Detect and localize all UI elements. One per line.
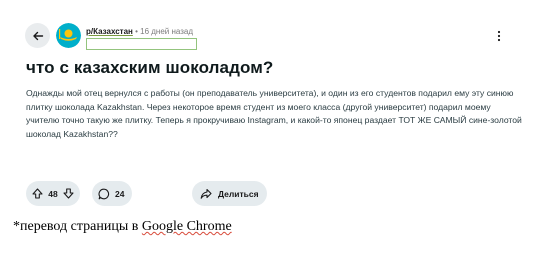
arrow-left-icon: [32, 30, 44, 42]
arrow-up-icon[interactable]: [32, 188, 43, 199]
share-arrow-icon: [200, 188, 212, 200]
subreddit-avatar[interactable]: [56, 23, 81, 48]
translation-note-browser: Google Chrome: [141, 219, 232, 234]
translation-note-prefix: *перевод страницы в: [13, 219, 142, 234]
ellipsis-vertical-icon: [497, 30, 501, 42]
share-button[interactable]: Делиться: [192, 181, 267, 206]
translation-note: *перевод страницы в Google Chrome: [13, 219, 232, 235]
comments-button[interactable]: 24: [92, 181, 132, 206]
kazakhstan-flag-icon: [56, 23, 81, 48]
subreddit-link[interactable]: р/Казахстан: [86, 27, 133, 36]
vote-control: 48: [26, 181, 80, 206]
speech-bubble-icon: [98, 188, 110, 200]
share-label: Делиться: [218, 188, 259, 199]
back-button[interactable]: [25, 23, 50, 48]
meta-separator: •: [135, 27, 138, 36]
post-body: Однажды мой отец вернулся с работы (он п…: [26, 88, 522, 139]
arrow-down-icon[interactable]: [63, 188, 74, 199]
post-meta: р/Казахстан • 16 дней назад: [86, 27, 193, 37]
comment-count: 24: [115, 188, 125, 199]
vote-count: 48: [48, 188, 58, 199]
post-title: что с казахским шоколадом?: [26, 58, 274, 77]
post-time: 16 дней назад: [140, 27, 194, 36]
more-options-button[interactable]: [492, 29, 506, 43]
author-highlight-box: [86, 38, 197, 50]
